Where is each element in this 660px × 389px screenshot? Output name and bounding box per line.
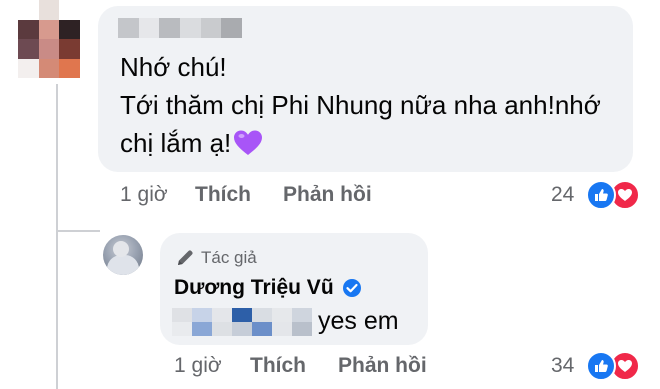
- commenter-name-blurred[interactable]: [118, 18, 242, 38]
- purple-heart-emoji: [234, 130, 263, 155]
- comment-like-button[interactable]: Thích: [195, 183, 251, 207]
- author-name[interactable]: Dương Triệu Vũ: [174, 276, 334, 300]
- pencil-icon: [178, 250, 193, 265]
- reply-reaction-count[interactable]: 34: [551, 354, 574, 378]
- author-badge: Tác giả: [175, 248, 257, 268]
- comment-reply-button[interactable]: Phản hồi: [283, 183, 372, 207]
- comment-reactions[interactable]: [586, 180, 642, 210]
- reply-text-blurred: [172, 308, 312, 336]
- reply-like-button[interactable]: Thích: [250, 354, 306, 378]
- comment-text-line-3: chị lắm ạ!: [120, 126, 263, 160]
- reply-text: yes em: [318, 307, 399, 335]
- like-reaction-icon: [586, 351, 616, 381]
- comment-reaction-count[interactable]: 24: [551, 183, 574, 207]
- author-name-row: Dương Triệu Vũ: [174, 276, 362, 300]
- reply-reply-button[interactable]: Phản hồi: [338, 354, 427, 378]
- reply-time[interactable]: 1 giờ: [174, 354, 222, 378]
- author-avatar[interactable]: [103, 235, 143, 275]
- author-badge-label: Tác giả: [201, 248, 257, 267]
- commenter-avatar-blurred[interactable]: [18, 0, 80, 78]
- thread-line-vertical: [56, 84, 58, 389]
- thread-line-branch: [56, 230, 100, 232]
- comment-text-line-1: Nhớ chú!: [120, 52, 227, 82]
- comment-time[interactable]: 1 giờ: [120, 183, 168, 207]
- comment-text-line-3-text: chị lắm ạ!: [120, 128, 232, 158]
- like-reaction-icon: [586, 180, 616, 210]
- comment-text-line-2: Tới thăm chị Phi Nhung nữa nha anh!nhớ: [120, 90, 601, 120]
- reply-reactions[interactable]: [586, 351, 642, 381]
- verified-badge-icon: [342, 279, 361, 297]
